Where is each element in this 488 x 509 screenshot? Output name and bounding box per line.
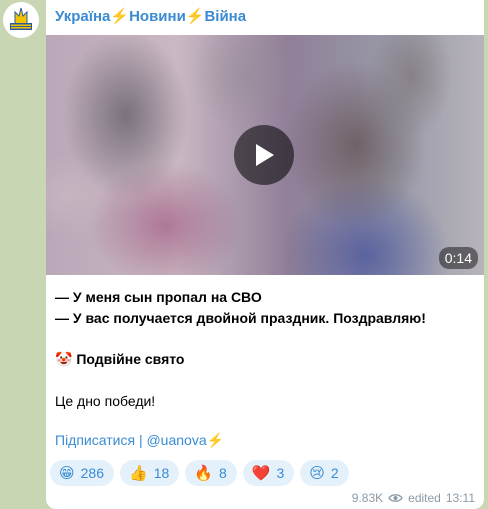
post-line-3: 🤡 Подвійне свято <box>55 351 185 367</box>
post-line-4: Це дно победи! <box>55 392 156 409</box>
reaction-thumbs-up[interactable]: 👍 18 <box>120 460 180 486</box>
channel-avatar[interactable] <box>3 2 39 38</box>
reaction-count: 8 <box>218 465 227 481</box>
eye-icon <box>388 494 404 502</box>
reaction-count: 2 <box>330 465 339 481</box>
message-meta: 9.83K edited 13:11 <box>352 491 475 505</box>
channel-handle-link[interactable]: @uanova⚡️ <box>146 432 224 448</box>
reaction-heart[interactable]: ❤️ 3 <box>242 460 295 486</box>
play-button[interactable] <box>234 125 294 185</box>
post-line-2: — У вас получается двойной праздник. Поз… <box>55 309 426 326</box>
subscribe-line: Підписатися | @uanova⚡️ <box>55 432 224 449</box>
message-time: 13:11 <box>445 491 475 505</box>
video-duration: 0:14 <box>438 247 478 269</box>
subscribe-link[interactable]: Підписатися <box>55 432 135 448</box>
grin-icon: 😁 <box>59 463 75 482</box>
heart-icon: ❤️ <box>251 463 271 482</box>
reaction-count: 3 <box>276 465 285 481</box>
fire-icon: 🔥 <box>194 463 213 482</box>
post-line-1: — У меня сын пропал на СВО <box>55 289 262 305</box>
reaction-crying[interactable]: 😢 2 <box>300 460 349 486</box>
edited-label: edited <box>408 491 441 505</box>
reaction-count: 18 <box>153 465 170 481</box>
play-icon <box>256 144 274 166</box>
view-count: 9.83K <box>351 491 384 505</box>
reaction-grin[interactable]: 😁 286 <box>50 460 114 486</box>
message-bubble: Україна⚡️Новини⚡️Війна 0:14 — У меня сын… <box>46 0 484 509</box>
reaction-count: 286 <box>80 465 104 481</box>
trident-logo-icon <box>6 5 36 35</box>
reactions-bar: 😁 286 👍 18 🔥 8 ❤️ 3 😢 2 <box>50 460 349 486</box>
separator: | <box>138 432 143 448</box>
crying-icon: 😢 <box>309 463 325 482</box>
post-text: — У меня сын пропал на СВО — У вас получ… <box>55 287 475 411</box>
reaction-fire[interactable]: 🔥 8 <box>185 460 237 486</box>
channel-title[interactable]: Україна⚡️Новини⚡️Війна <box>55 7 246 25</box>
video-preview[interactable]: 0:14 <box>46 35 484 275</box>
thumbs-up-icon: 👍 <box>129 463 148 482</box>
